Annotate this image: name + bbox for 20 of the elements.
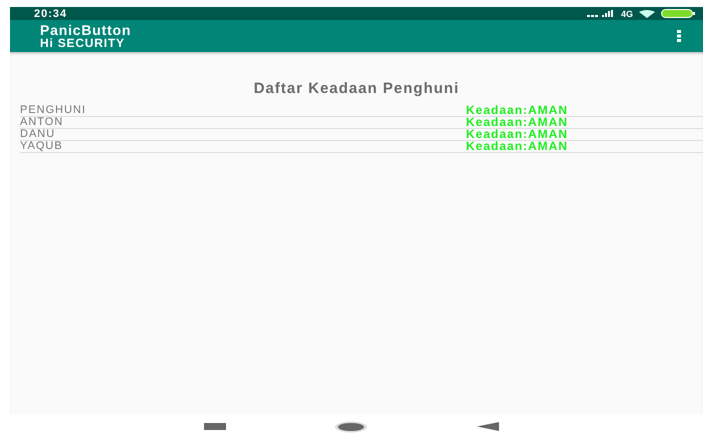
resident-status: Keadaan:AMAN xyxy=(466,105,568,116)
network-type: 4G xyxy=(620,8,633,18)
resident-status: Keadaan:AMAN xyxy=(466,141,568,152)
app-title: PanicButton xyxy=(40,22,132,36)
resident-name: PENGHUNI xyxy=(20,105,88,116)
recents-icon[interactable] xyxy=(204,423,226,430)
clock: 20:34 xyxy=(34,8,68,20)
resident-name: ANTON xyxy=(20,117,64,128)
wifi-icon xyxy=(639,10,655,18)
signal-icon xyxy=(586,10,615,18)
home-icon[interactable] xyxy=(334,420,368,432)
resident-status: Keadaan:AMAN xyxy=(466,117,568,128)
battery-icon xyxy=(661,9,695,18)
list-heading: Daftar Keadaan Penghuni xyxy=(252,80,460,97)
resident-name: DANU xyxy=(20,129,56,140)
app-subtitle: Hi SECURITY xyxy=(40,36,126,50)
resident-status: Keadaan:AMAN xyxy=(466,129,568,140)
resident-name: YAQUB xyxy=(20,141,64,152)
menu-icon[interactable] xyxy=(677,30,681,42)
back-icon[interactable] xyxy=(476,422,499,431)
